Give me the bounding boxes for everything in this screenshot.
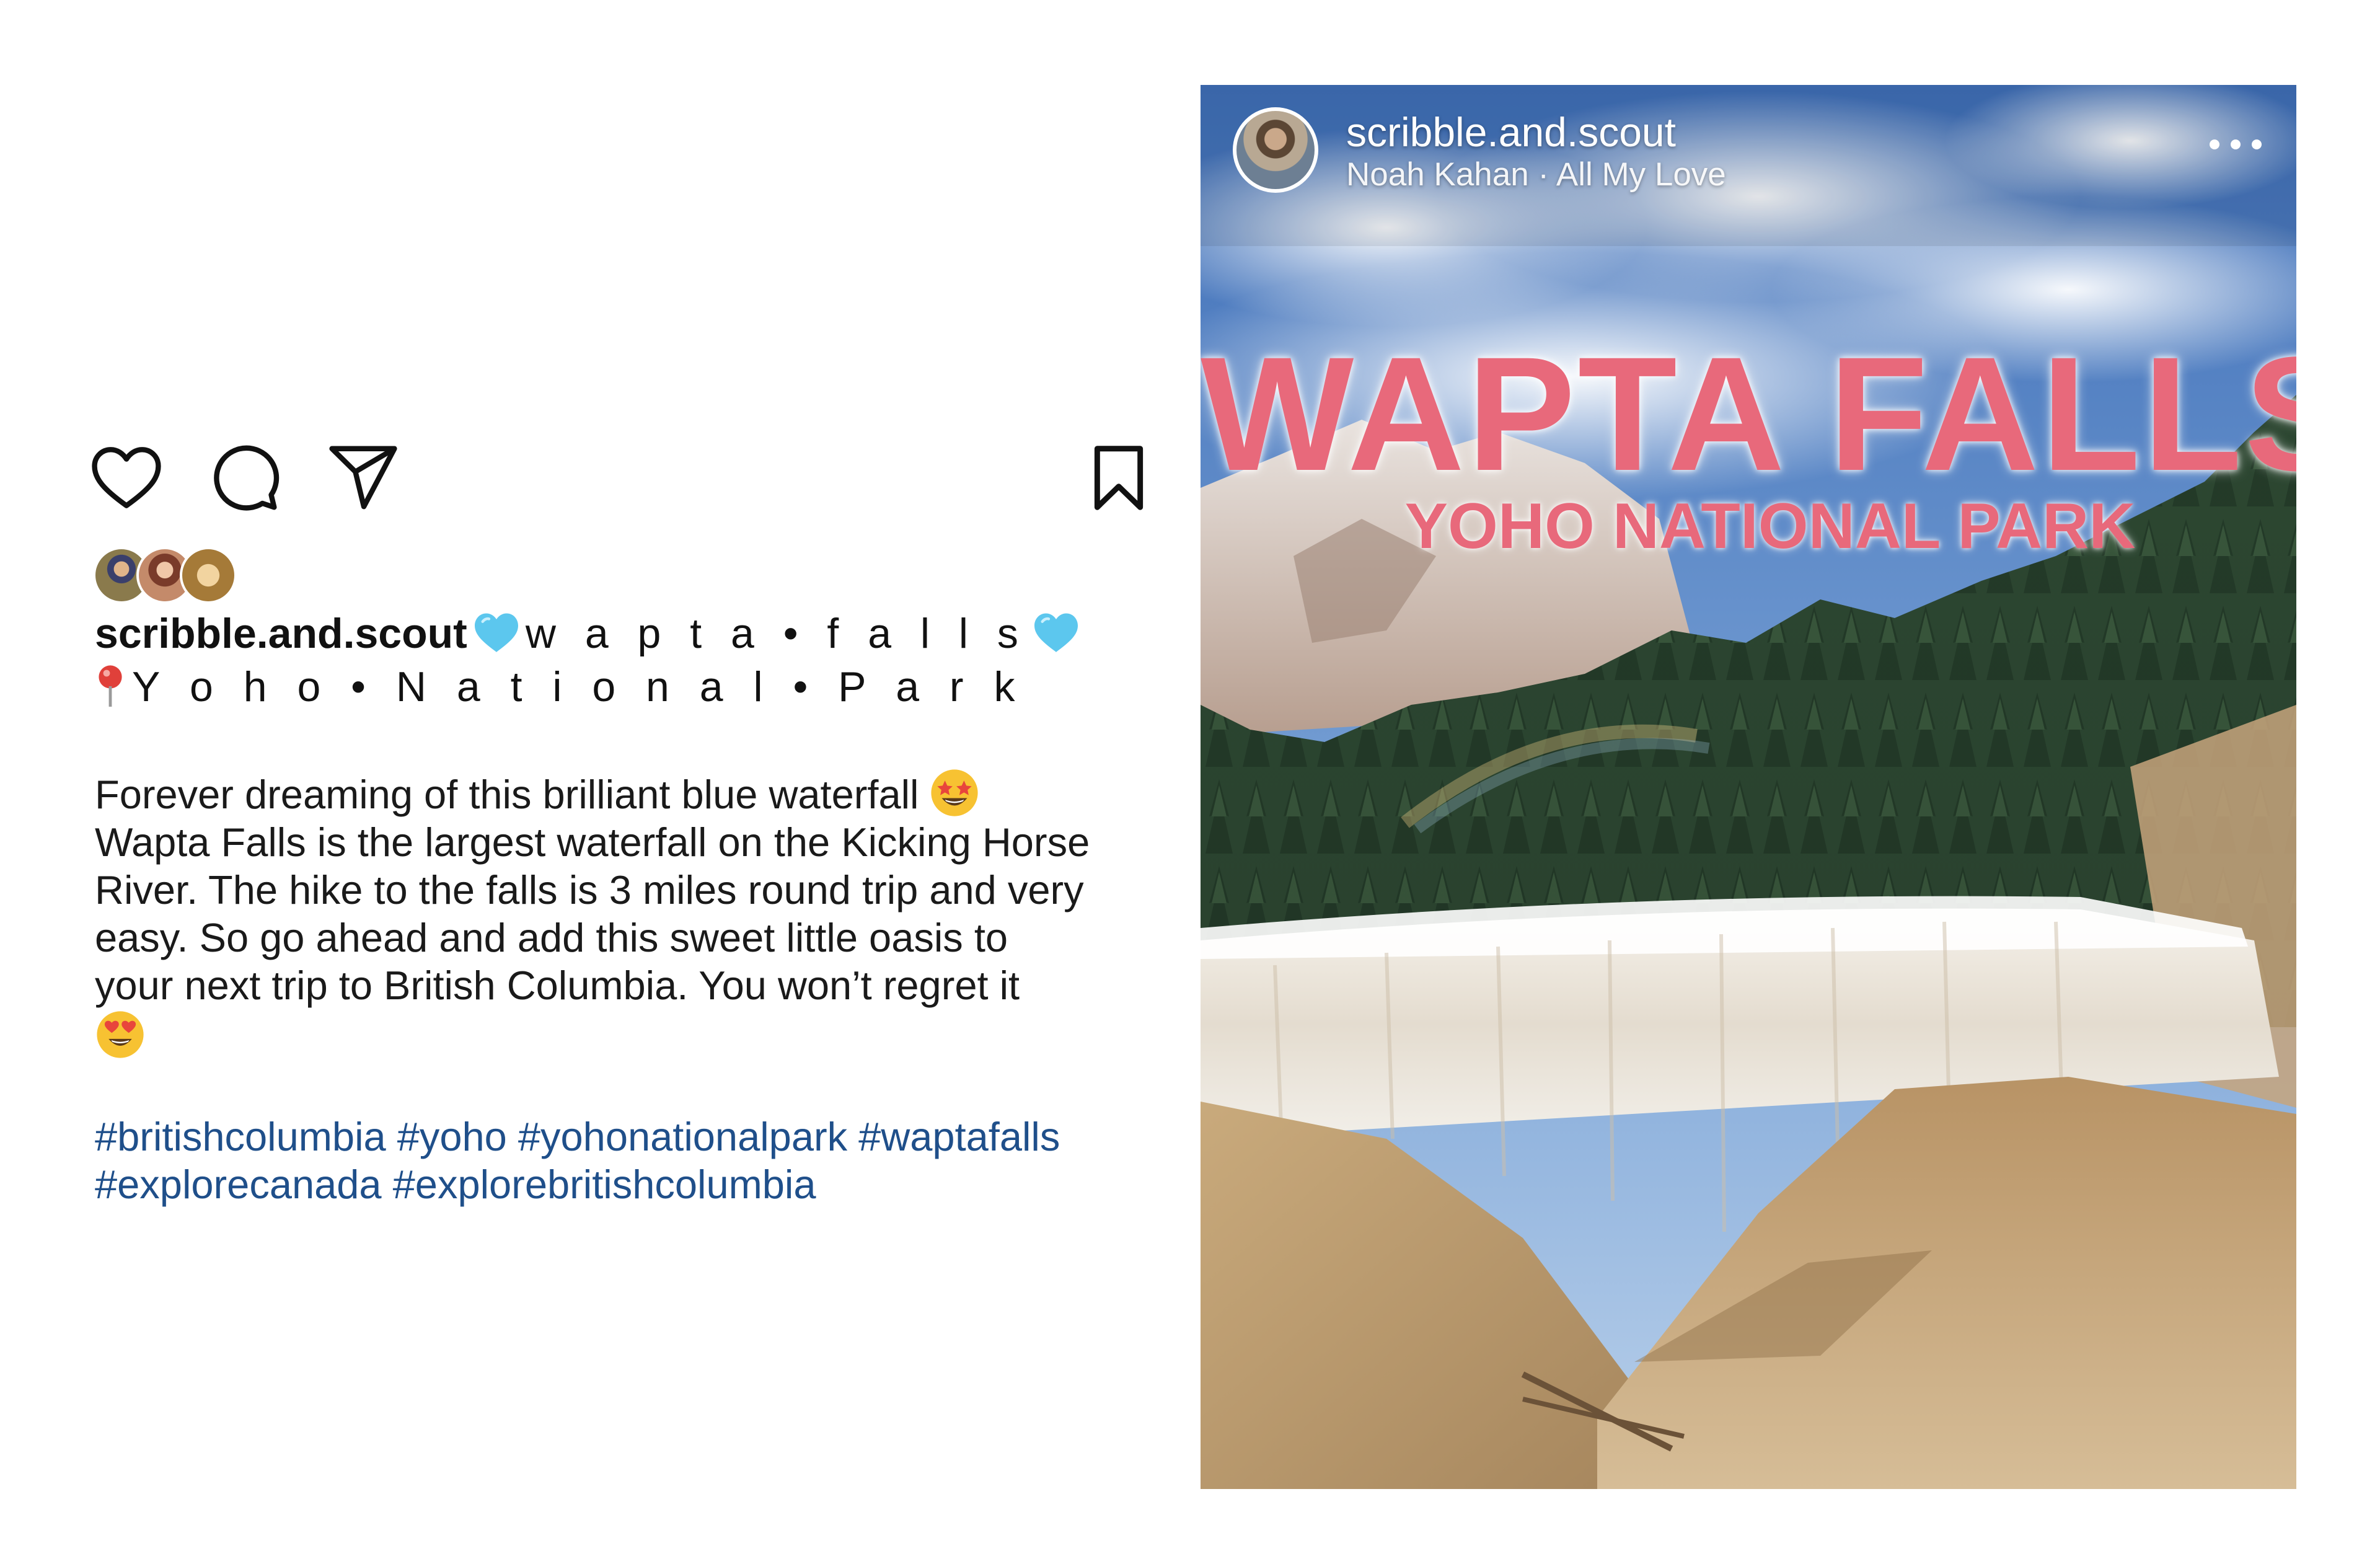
comment-bubble-icon[interactable] xyxy=(205,439,283,517)
caption-body-line: River. The hike to the falls is 3 miles … xyxy=(95,867,1084,912)
bookmark-icon[interactable] xyxy=(1080,439,1158,517)
avatar[interactable] xyxy=(180,547,237,604)
hashtags: #britishcolumbia #yoho #yohonationalpark… xyxy=(95,1113,1060,1208)
blue-heart-emoji-icon xyxy=(472,611,521,654)
caption-body-line: Forever dreaming of this brilliant blue … xyxy=(95,767,1198,818)
heart-eyes-emoji-icon xyxy=(95,1009,146,1060)
caption-title-text: w a p t a • f a l l s xyxy=(525,610,1027,657)
blue-heart-emoji-icon xyxy=(1032,611,1080,654)
heart-outline-icon[interactable] xyxy=(87,439,165,517)
reel-audio-track[interactable]: Noah Kahan · All My Love xyxy=(1346,156,1726,193)
caption-body-line xyxy=(95,1009,1198,1060)
reel-subtitle: YOHO NATIONAL PARK xyxy=(1404,490,2136,562)
reel-username[interactable]: scribble.and.scout xyxy=(1346,108,1676,156)
caption-body-line: easy. So go ahead and add this sweet lit… xyxy=(95,915,1008,960)
caption-body-line: Wapta Falls is the largest waterfall on … xyxy=(95,820,1090,865)
more-horizontal-icon[interactable] xyxy=(2205,132,2267,157)
reel-video[interactable]: scribble.and.scout Noah Kahan · All My L… xyxy=(1201,85,2296,1489)
round-pushpin-emoji-icon xyxy=(95,664,126,709)
reel-title: WAPTA FALLS xyxy=(1201,323,2296,505)
waterfall-scene-image xyxy=(1201,85,2296,1489)
post-caption-panel: scribble.and.scout w a p t a • f a l l s … xyxy=(0,0,1202,1551)
caption-body-line: your next trip to British Columbia. You … xyxy=(95,963,1020,1008)
caption-location-text: Y o h o • N a t i o n a l • P a r k xyxy=(132,663,1025,710)
liked-by-avatars[interactable] xyxy=(93,547,242,606)
paper-plane-icon[interactable] xyxy=(324,439,402,517)
reel-header: scribble.and.scout Noah Kahan · All My L… xyxy=(1201,85,2296,221)
caption-body: Forever dreaming of this brilliant blue … xyxy=(95,767,1198,1060)
avatar[interactable] xyxy=(1233,107,1318,193)
hashtag-line[interactable]: #britishcolumbia #yoho #yohonationalpark… xyxy=(95,1113,1060,1160)
star-struck-emoji-icon xyxy=(929,767,980,818)
hashtag-line[interactable]: #explorecanada #explorebritishcolumbia xyxy=(95,1160,1060,1208)
caption-location-line: Y o h o • N a t i o n a l • P a r k xyxy=(95,663,1024,710)
caption-title-line: scribble.and.scout w a p t a • f a l l s xyxy=(95,610,1085,657)
post-username[interactable]: scribble.and.scout xyxy=(95,610,467,657)
